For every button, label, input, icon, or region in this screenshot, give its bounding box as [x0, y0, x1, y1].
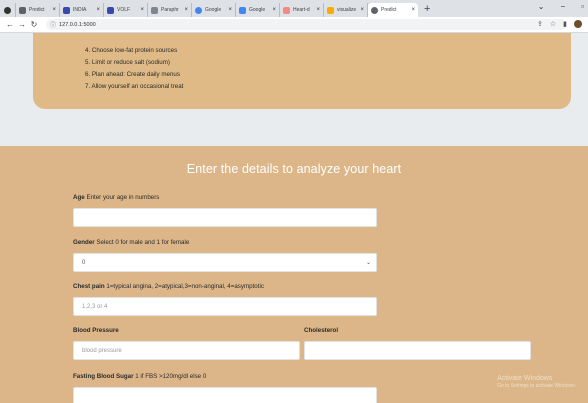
tab-label: visualize: [337, 7, 357, 13]
tab-label: Google: [205, 7, 222, 13]
browser-tab[interactable]: INDIA ×: [60, 3, 104, 17]
tab-label: Predict: [29, 7, 45, 13]
chevron-down-icon[interactable]: ⌄: [538, 2, 545, 11]
gender-label: Gender Select 0 for male and 1 for femal…: [73, 239, 189, 246]
close-tab-icon[interactable]: ×: [96, 7, 100, 13]
cholesterol-input[interactable]: [304, 341, 531, 360]
gender-label-text: Gender: [73, 239, 95, 246]
list-item: 6. Plan ahead: Create daily menus: [85, 71, 180, 78]
chest-pain-label-text: Chest pain: [73, 283, 105, 290]
url-input[interactable]: ⓘ 127.0.0.1:5000: [46, 19, 566, 30]
cholesterol-label-text: Cholesterol: [304, 327, 339, 334]
close-tab-icon[interactable]: ×: [316, 7, 320, 13]
browser-tab[interactable]: [2, 3, 16, 17]
page-icon: [19, 6, 26, 14]
blood-pressure-input[interactable]: blood pressure: [73, 341, 300, 360]
fbs-label-text: Fasting Blood Sugar: [73, 373, 134, 380]
fbs-label: Fasting Blood Sugar 1 if FBS >120mg/dl e…: [73, 373, 206, 380]
page-icon: [151, 6, 158, 14]
page-content: 4. Choose low-fat protein sources 5. Lim…: [0, 33, 588, 403]
close-tab-icon[interactable]: ×: [52, 7, 56, 13]
maximize-icon[interactable]: ▫: [581, 2, 584, 11]
gender-select[interactable]: 0 ⌄: [73, 253, 377, 272]
window-controls: ⌄ − ▫: [538, 2, 584, 11]
close-tab-icon[interactable]: ×: [360, 7, 364, 13]
browser-tab[interactable]: visualize ×: [324, 3, 368, 17]
browser-tab[interactable]: Predict ×: [16, 3, 60, 17]
address-bar: ← → ↻ ⓘ 127.0.0.1:5000 ⇪ ☆ ▮: [0, 17, 588, 33]
page-icon: [63, 6, 70, 14]
page-icon: [327, 6, 334, 14]
heart-form-section: Enter the details to analyze your heart …: [0, 146, 588, 403]
age-input[interactable]: [73, 208, 377, 227]
browser-toolbar: ⇪ ☆ ▮: [537, 20, 582, 28]
cholesterol-label: Cholesterol: [304, 327, 338, 334]
tab-label: Paraphr: [161, 7, 179, 13]
tab-label: Heart-d: [293, 7, 310, 13]
watermark-subtitle: Go to Settings to activate Windows.: [497, 383, 576, 389]
browser-tab-bar: Predict × INDIA × VOLF × Paraphr × Googl…: [0, 0, 588, 17]
tab-label: INDIA: [73, 7, 87, 13]
sidebar-icon[interactable]: ▮: [563, 20, 567, 28]
google-docs-icon: [239, 6, 246, 14]
site-info-icon[interactable]: ⓘ: [50, 20, 56, 29]
gender-select-value: 0: [82, 259, 86, 266]
close-tab-icon[interactable]: ×: [184, 7, 188, 13]
github-icon: [4, 6, 11, 14]
back-icon[interactable]: ←: [4, 20, 16, 29]
close-tab-icon[interactable]: ×: [411, 7, 415, 13]
page-icon: [283, 6, 290, 14]
blood-pressure-label: Blood Pressure: [73, 327, 119, 334]
share-icon[interactable]: ⇪: [537, 20, 543, 28]
browser-tab[interactable]: Heart-d ×: [280, 3, 324, 17]
watermark-title: Activate Windows: [497, 375, 553, 382]
chevron-down-icon: ⌄: [365, 260, 371, 266]
fbs-hint: 1 if FBS >120mg/dl else 0: [135, 373, 207, 380]
close-tab-icon[interactable]: ×: [140, 7, 144, 13]
globe-icon: [371, 6, 378, 14]
browser-tab[interactable]: Google ×: [236, 3, 280, 17]
age-label-text: Age: [73, 194, 85, 201]
age-label: Age Enter your age in numbers: [73, 194, 159, 201]
fbs-input[interactable]: [73, 387, 377, 403]
browser-tab[interactable]: Paraphr ×: [148, 3, 192, 17]
browser-tab[interactable]: VOLF ×: [104, 3, 148, 17]
forward-icon[interactable]: →: [16, 20, 28, 29]
close-tab-icon[interactable]: ×: [272, 7, 276, 13]
diet-tips-list: 4. Choose low-fat protein sources 5. Lim…: [85, 45, 571, 93]
chest-pain-hint: 1=typical angina, 2=atypical,3=non-angin…: [106, 283, 264, 290]
windows-activation-watermark: Activate Windows Go to Settings to activ…: [497, 375, 576, 389]
url-text: 127.0.0.1:5000: [59, 21, 96, 28]
list-item: 7. Allow yourself an occasional treat: [85, 83, 184, 90]
minimize-icon[interactable]: −: [560, 2, 565, 11]
browser-tab-active[interactable]: Predict ×: [368, 3, 418, 17]
tab-label: VOLF: [117, 7, 131, 13]
blood-pressure-label-text: Blood Pressure: [73, 327, 119, 334]
page-icon: [107, 6, 114, 14]
chest-pain-label: Chest pain 1=typical angina, 2=atypical,…: [73, 283, 264, 290]
tab-label: Google: [249, 7, 266, 13]
star-icon[interactable]: ☆: [550, 20, 556, 28]
list-item: 4. Choose low-fat protein sources: [85, 47, 178, 54]
age-hint: Enter your age in numbers: [86, 194, 160, 201]
new-tab-icon[interactable]: +: [424, 3, 430, 17]
list-item: 5. Limit or reduce salt (sodium): [85, 59, 170, 66]
tab-label: Predict: [381, 7, 397, 13]
chest-pain-input[interactable]: 1,2,3 or 4: [73, 297, 377, 316]
google-icon: [195, 6, 202, 14]
browser-tab[interactable]: Google ×: [192, 3, 236, 17]
reload-icon[interactable]: ↻: [28, 20, 40, 29]
profile-avatar-icon[interactable]: [574, 20, 582, 28]
form-title: Enter the details to analyze your heart: [186, 162, 402, 176]
close-tab-icon[interactable]: ×: [228, 7, 232, 13]
diet-tips-card: 4. Choose low-fat protein sources 5. Lim…: [33, 33, 571, 109]
gender-hint: Select 0 for male and 1 for female: [96, 239, 190, 246]
